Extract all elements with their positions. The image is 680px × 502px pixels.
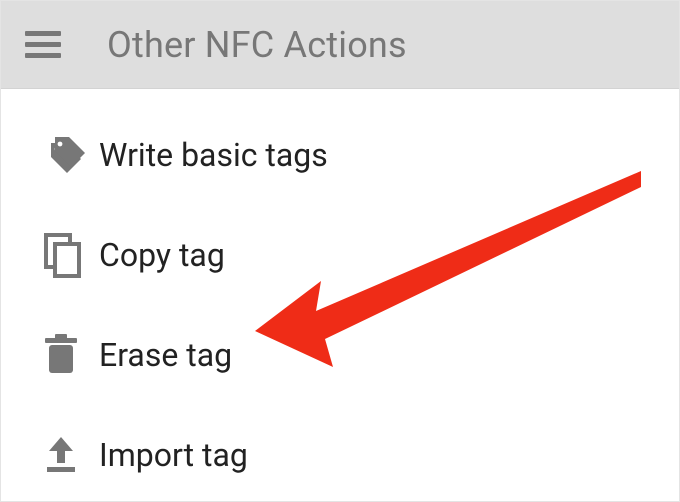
- app-bar: Other NFC Actions: [1, 1, 679, 89]
- list-item-copy-tag[interactable]: Copy tag: [1, 205, 679, 305]
- list-item-erase-tag[interactable]: Erase tag: [1, 305, 679, 405]
- copy-icon: [43, 232, 99, 278]
- list-item-label: Erase tag: [99, 336, 232, 374]
- trash-icon: [43, 333, 99, 377]
- app-window: Other NFC Actions Write basic tags: [0, 0, 680, 502]
- list-item-label: Write basic tags: [99, 136, 328, 174]
- actions-list: Write basic tags Copy tag: [1, 89, 679, 502]
- page-title: Other NFC Actions: [107, 24, 407, 66]
- hamburger-menu-button[interactable]: [23, 25, 63, 65]
- list-item-label: Import tag: [99, 436, 248, 474]
- list-item-write-basic-tags[interactable]: Write basic tags: [1, 105, 679, 205]
- import-icon: [43, 435, 99, 475]
- tags-icon: [43, 133, 99, 177]
- list-item-import-tag[interactable]: Import tag: [1, 405, 679, 502]
- hamburger-icon: [25, 31, 61, 59]
- list-item-label: Copy tag: [99, 236, 225, 274]
